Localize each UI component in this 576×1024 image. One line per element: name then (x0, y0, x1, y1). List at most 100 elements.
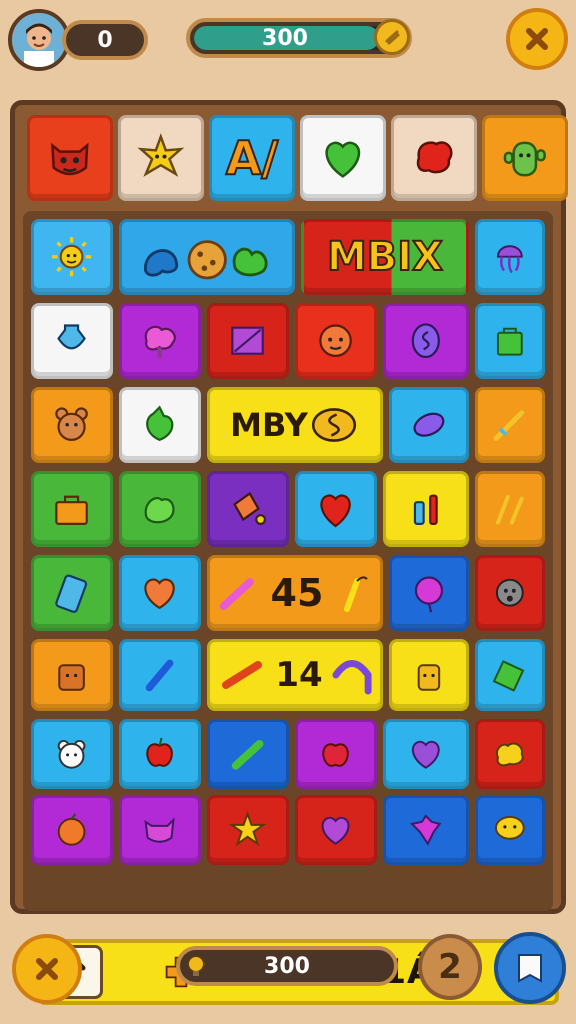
pink-cat-icon (144, 817, 176, 843)
bottles-icon (414, 494, 438, 526)
tile-scroll[interactable] (207, 303, 289, 379)
mask-face-icon (319, 324, 353, 358)
brushes-icon (496, 495, 524, 525)
tile-jellyfish[interactable] (475, 219, 545, 295)
number-14: 14 (275, 655, 323, 695)
close-button[interactable] (506, 8, 568, 70)
tile-mask[interactable] (295, 303, 377, 379)
tile-45[interactable]: 45 (207, 555, 383, 631)
suitcase-icon (55, 495, 89, 526)
tile-jar[interactable] (389, 639, 469, 711)
tile-book[interactable] (475, 639, 545, 711)
book-icon (518, 954, 542, 983)
tile-phone[interactable] (31, 555, 113, 631)
tile-pink-cat[interactable] (119, 795, 201, 865)
number-45: 45 (270, 571, 324, 615)
bottom-counter: 300 (176, 946, 398, 986)
tile-pink-tree[interactable] (119, 303, 201, 379)
red-blob-icon (416, 141, 453, 174)
tile-chat-bubble[interactable] (475, 795, 545, 865)
tile-peach[interactable] (31, 795, 113, 865)
tile-swirl[interactable] (383, 303, 469, 379)
tile-teddy[interactable] (31, 387, 113, 463)
hint-button[interactable]: 2 (418, 934, 482, 1000)
violet-heart-icon (322, 816, 350, 846)
phone-icon (55, 574, 88, 614)
score-display: 0 (62, 20, 148, 60)
player-avatar[interactable] (8, 9, 70, 71)
close-x-icon (526, 28, 548, 50)
orange-heart-icon (144, 578, 176, 610)
tile-bag[interactable] (475, 303, 545, 379)
sword-icon (493, 410, 525, 442)
star-face-icon (137, 133, 185, 178)
tile-pen[interactable] (119, 639, 201, 711)
cancel-button[interactable] (12, 934, 82, 1004)
devil-face-icon (51, 142, 89, 176)
tile-chat[interactable] (475, 555, 545, 631)
tile-bear[interactable] (31, 719, 113, 789)
mbys-text: MBY (230, 406, 308, 444)
tile-orange-heart[interactable] (119, 555, 201, 631)
tile-pink-apple[interactable] (295, 719, 377, 789)
ghost-cookie-blob-icon (143, 240, 268, 280)
goal-tile-heart[interactable] (300, 115, 386, 201)
tile-ghost-cookie-blob[interactable] (119, 219, 295, 295)
yellow-star-icon (228, 811, 268, 847)
tile-green-pen[interactable] (207, 719, 289, 789)
goal-tile-sun[interactable] (118, 115, 204, 201)
tile-sword[interactable] (475, 387, 545, 463)
teddy-icon (55, 407, 89, 442)
tile-green-bush[interactable] (119, 471, 201, 547)
tile-bottles[interactable] (383, 471, 469, 547)
tile-yellow-blob[interactable] (475, 719, 545, 789)
sun-face-icon (52, 237, 92, 277)
tile-leaf[interactable] (119, 387, 201, 463)
chat-bubble-icon (495, 816, 525, 840)
book-button[interactable] (494, 932, 566, 1004)
green-leaf-icon (146, 405, 174, 442)
tile-suitcase[interactable] (31, 471, 113, 547)
sausage-icon (222, 661, 263, 689)
purple-heart-icon (412, 740, 440, 770)
tile-brushes[interactable] (475, 471, 545, 547)
green-heart-icon (325, 141, 361, 179)
kite-icon (233, 492, 267, 526)
progress-value: 300 (262, 26, 308, 50)
goal-row: A/ (27, 115, 568, 201)
swirl-gem-icon (411, 323, 441, 359)
tile-violet-heart[interactable] (295, 795, 377, 865)
goal-tile-cactus[interactable] (482, 115, 568, 201)
progress-track: 300 (194, 26, 404, 50)
jellyfish-icon (497, 245, 523, 274)
goal-tile-blob[interactable] (391, 115, 477, 201)
tile-purple-heart[interactable] (383, 719, 469, 789)
tile-apple[interactable] (119, 719, 201, 789)
swirl-coin-icon (311, 408, 356, 442)
tile-red-heart[interactable] (295, 471, 377, 547)
tile-magenta-blob[interactable] (383, 795, 469, 865)
tile-kite[interactable] (207, 471, 289, 547)
tile-capsule[interactable] (389, 387, 469, 463)
tile-mbys[interactable]: MBY (207, 387, 383, 463)
goal-tile-devil[interactable] (27, 115, 113, 201)
game-board: A/ MBIX MBY 45 14 (10, 100, 568, 1005)
close-x-icon (36, 958, 58, 980)
tile-14[interactable]: 14 (207, 639, 383, 711)
tile-star[interactable] (207, 795, 289, 865)
tile-balloon[interactable] (389, 555, 469, 631)
tile-sun[interactable] (31, 219, 113, 295)
hook-icon (332, 660, 372, 695)
tile-pot[interactable] (31, 639, 113, 711)
tile-mbix[interactable]: MBIX (301, 219, 469, 295)
vase-icon (57, 324, 87, 350)
green-bag-icon (497, 328, 523, 356)
purple-capsule-icon (413, 412, 445, 438)
tile-vase[interactable] (31, 303, 113, 379)
magenta-blob-icon (410, 814, 442, 846)
crayon-icon (219, 578, 254, 611)
pen-icon (146, 659, 174, 691)
tile-grid: MBIX MBY 45 14 (23, 211, 559, 1005)
green-book-icon (492, 659, 525, 692)
goal-tile-letters[interactable]: A/ (209, 115, 295, 201)
